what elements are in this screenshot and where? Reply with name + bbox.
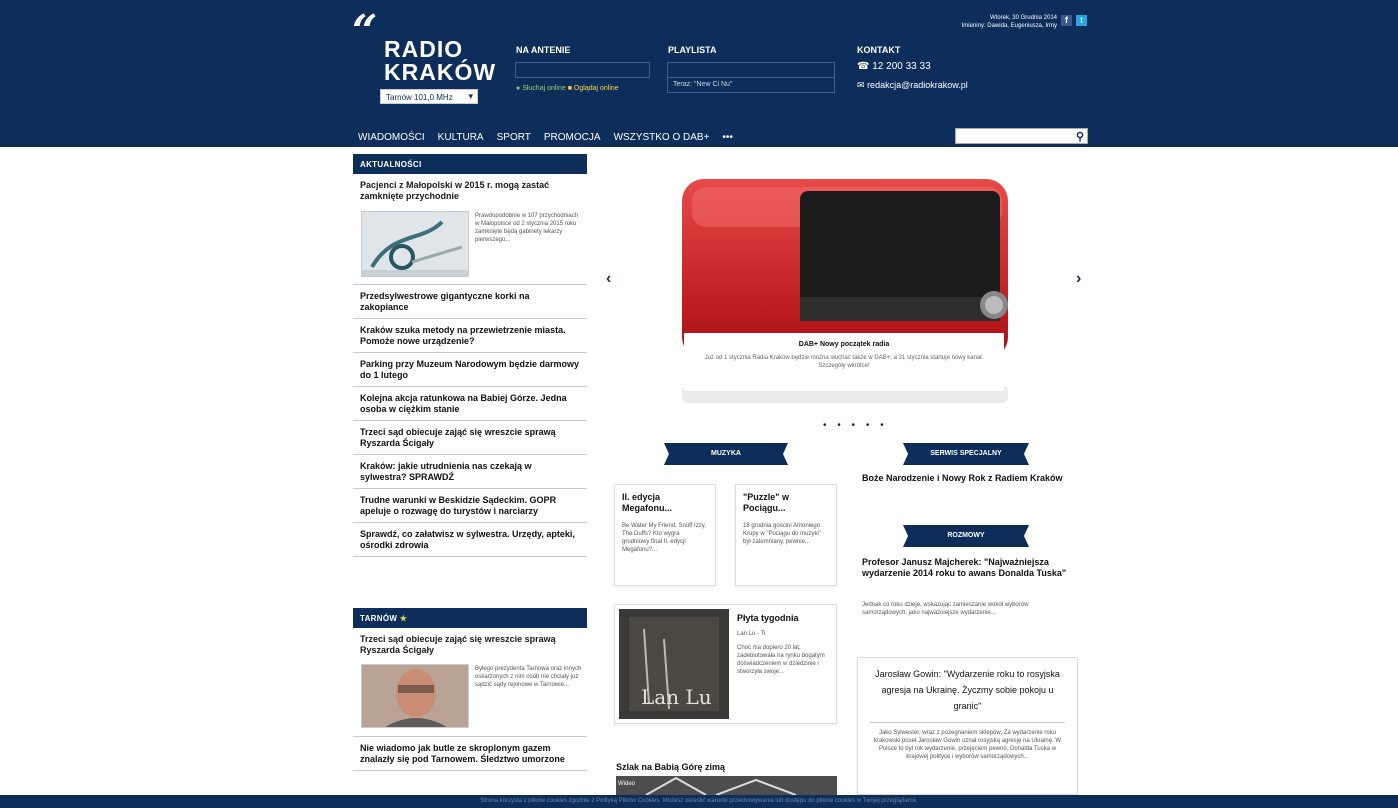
featured-desc: Prawdopodobnie w 107 przychodniach w Mał… [475,213,579,243]
news-item[interactable]: Trudne warunki w Beskidzie Sądeckim. GOP… [353,489,587,523]
play-icon: ● [516,85,521,92]
tarnow-title: TARNÓW [360,614,398,623]
quote-title[interactable]: Jarosław Gowin: "Wydarzenie roku to rosy… [870,666,1065,714]
tarnow-header[interactable]: TARNÓW ★ [353,608,587,628]
site-header: “ RADIO KRAKÓW Tarnów 101,0 MHz ▾ NA ANTE… [0,0,1398,147]
mail-icon: ✉ [857,80,865,90]
phone-contact: ☎ 12 200 33 33 [857,61,931,72]
serwis-item[interactable]: Boże Narodzenie i Nowy Rok z Radiem Krak… [862,473,1072,484]
babia-video-thumb[interactable]: Wideo [616,776,837,795]
phone-number: 12 200 33 33 [872,61,931,72]
search-input[interactable]: ⚲ [955,128,1088,144]
album-info: Płyta tygodnia Lan Lu - Ti Choć ma dopie… [737,613,832,676]
playlist-now-field: Teraz: "New Ci Nu" [667,77,835,93]
slider-title[interactable]: DAB+ Nowy początek radia [694,341,994,348]
logo-line-2: KRAKÓW [384,59,497,85]
music-card-desc: Be Water My Friend, Snuff Izzy, The Duff… [622,523,706,553]
stethoscope-image[interactable] [361,211,469,277]
album-title[interactable]: Płyta tygodnia [737,613,832,624]
chevron-down-icon: ▾ [468,91,473,101]
music-card[interactable]: II. edycja Megafonu... Be Water My Frien… [614,484,716,586]
music-card[interactable]: "Puzzle" w Pociągu... 18 grudnia gościni… [735,484,837,586]
quote-card[interactable]: Jarosław Gowin: "Wydarzenie roku to rosy… [857,657,1078,795]
star-icon: ★ [399,614,408,623]
rozmowy-headline[interactable]: Profesor Janusz Majcherek: "Najważniejsz… [862,557,1074,579]
tarnow-featured-title[interactable]: Trzeci sąd obiecuje zająć się wreszcie s… [360,634,580,656]
playlista-heading: PLAYLISTA [668,45,717,55]
album-cover-image[interactable]: Lan Lu [619,609,729,719]
date-line: Wtorek, 30 Grudnia 2014 [989,15,1057,21]
album-artist: Lan Lu - Ti [737,631,766,637]
slider-desc: Już od 1 stycznia Radia Kraków będzie mo… [704,355,984,369]
na-antenie-heading: NA ANTENIE [516,45,571,55]
nav-wiadomosci[interactable]: WIADOMOŚCI [358,132,425,143]
nav-more[interactable]: ••• [722,132,733,143]
phone-icon: ☎ [857,61,870,72]
album-desc: Choć ma dopiero 20 lat, zadebiutowała na… [737,645,825,675]
news-item[interactable]: Sprawdź, co załatwisz w sylwestra. Urzęd… [353,523,587,557]
news-item[interactable]: Kraków: jakie utrudnienia nas czekają w … [353,455,587,489]
aktualnosci-featured[interactable]: Pacjenci z Małopolski w 2015 r. mogą zas… [353,174,587,284]
music-card-title[interactable]: "Puzzle" w Pociągu... [743,492,829,514]
cookie-bar[interactable]: Strona korzysta z plików cookies zgodnie… [0,795,1398,808]
playlist-prev-field [667,62,835,78]
watch-online-link[interactable]: Oglądaj online [574,85,619,92]
twitter-icon[interactable]: t [1076,15,1087,26]
logo-quote-mark: “ [352,6,378,57]
listen-watch-links[interactable]: ● Słuchaj online ■ Oglądaj online [516,85,619,92]
slider-prev-button[interactable]: ‹ [606,270,611,288]
nameday-line: Imieniny: Dawida, Eugeniusza, Irmy [961,23,1057,29]
slider-caption[interactable]: DAB+ Nowy początek radia Już od 1 styczn… [684,333,1004,391]
portrait-image[interactable] [361,664,469,728]
aktualnosci-header[interactable]: AKTUALNOŚCI [353,154,587,174]
music-card-title[interactable]: II. edycja Megafonu... [622,492,708,514]
news-item[interactable]: Kolejna akcja ratunkowa na Babiej Górze.… [353,387,587,421]
tarnow-featured[interactable]: Trzeci sąd obiecuje zająć się wreszcie s… [353,628,587,736]
nav-sport[interactable]: SPORT [497,132,531,143]
quote-desc: Jako Sylwester, wraz z pożegnaniem sklep… [870,722,1065,761]
news-item[interactable]: Parking przy Muzeum Narodowym będzie dar… [353,353,587,387]
news-item[interactable]: Kraków szuka metody na przewietrzenie mi… [353,319,587,353]
frequency-value: Tarnów 101,0 MHz [386,93,453,102]
serwis-banner[interactable]: SERWIS SPECJALNY [903,443,1029,465]
nav-dab[interactable]: WSZYSTKO O DAB+ [614,132,710,143]
main-nav: WIADOMOŚCI KULTURA SPORT PROMOCJA WSZYST… [358,132,733,143]
date-info: Wtorek, 30 Grudnia 2014 Imieniny: Dawida,… [915,14,1057,30]
kontakt-heading: KONTAKT [857,45,901,55]
slider-dots[interactable]: • • • • • [823,420,888,431]
music-card-desc: 18 grudnia gościni Antoniego Krupy w "Po… [743,523,821,545]
slider-next-button[interactable]: › [1076,270,1081,288]
tarnow-featured-desc: Byłego prezydenta Tarnowa oraz innych os… [475,666,582,688]
search-icon[interactable]: ⚲ [1076,130,1084,143]
news-item[interactable]: Przedsylwestrowe gigantyczne korki na za… [353,284,587,319]
nav-promocja[interactable]: PROMOCJA [544,132,601,143]
na-antenie-field [515,62,650,78]
left-column: AKTUALNOŚCI Pacjenci z Małopolski w 2015… [353,154,587,557]
listen-online-link[interactable]: Słuchaj online [522,85,566,92]
news-item[interactable]: Nie wiadomo jak butle ze skroplonym gaze… [353,736,587,771]
svg-text:Lan Lu: Lan Lu [641,685,712,709]
tarnow-section: TARNÓW ★ Trzeci sąd obiecuje zająć się w… [353,608,587,771]
facebook-icon[interactable]: f [1061,15,1072,26]
featured-title[interactable]: Pacjenci z Małopolski w 2015 r. mogą zas… [360,180,580,202]
frequency-select[interactable]: Tarnów 101,0 MHz ▾ [380,89,478,104]
album-of-week-card[interactable]: Lan Lu Płyta tygodnia Lan Lu - Ti Choć m… [614,604,837,724]
email-link[interactable]: redakcja@radiokrakow.pl [867,80,968,90]
email-contact[interactable]: ✉ redakcja@radiokrakow.pl [857,80,968,91]
tv-icon: ■ [567,85,572,92]
rozmowy-banner[interactable]: ROZMOWY [903,525,1029,547]
nav-kultura[interactable]: KULTURA [438,132,484,143]
rozmowy-desc: Jednak co roku dzieje, wskazując zamiesz… [862,602,1029,616]
news-item[interactable]: Trzeci sąd obiecuje zająć się wreszcie s… [353,421,587,455]
muzyka-banner[interactable]: MUZYKA [664,443,788,465]
babia-title[interactable]: Szlak na Babią Górę zimą [616,762,725,773]
